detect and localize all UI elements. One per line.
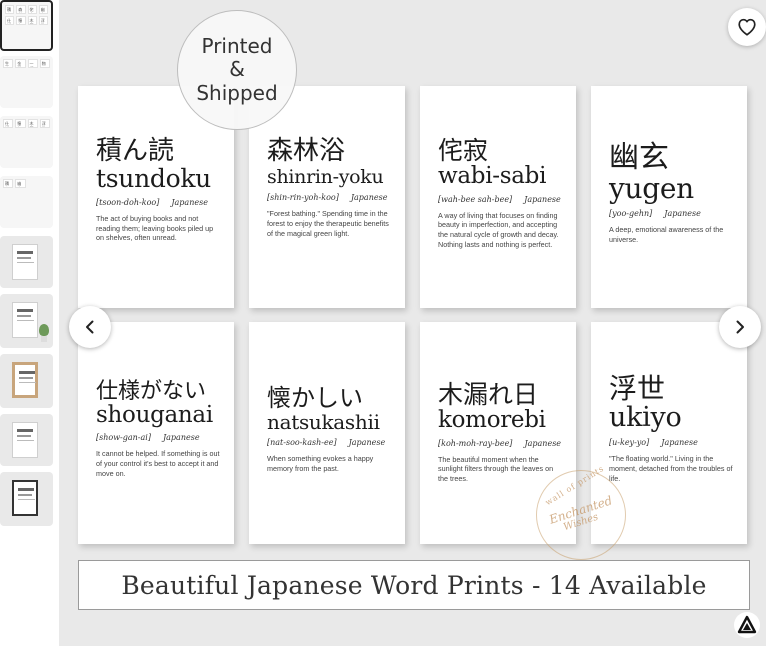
previous-image-button[interactable]: [69, 306, 111, 348]
thumbnail-7[interactable]: [0, 354, 53, 408]
romaji-word: yugen: [609, 171, 694, 205]
print-card-shinrin-yoku: 森林浴 shinrin-yoku [shin-rin-yoh-koo] Japan…: [249, 86, 405, 308]
kanji-word: 仕様がない: [96, 379, 207, 404]
definition: When something evokes a happy memory fro…: [267, 454, 374, 473]
romaji-word: ukiyo: [609, 402, 682, 434]
mini-print: 幽玄: [15, 179, 26, 188]
mini-print: 懐かし: [15, 119, 26, 128]
thumbnail-1[interactable]: 積ん読 森林浴 侘寂 幽玄 仕様 懐かし 木漏れ 浮世: [0, 0, 53, 51]
thumbnail-5[interactable]: [0, 236, 53, 288]
listing-gallery: 積ん読 森林浴 侘寂 幽玄 仕様 懐かし 木漏れ 浮世 生き甲斐 金継ぎ 一期 …: [0, 0, 766, 646]
plant-image: [39, 324, 49, 342]
mini-print: 金継ぎ: [15, 59, 26, 68]
definition: A way of living that focuses on finding …: [438, 210, 559, 249]
pronunciation: [yoo-gehn] Japanese: [609, 209, 701, 219]
kanji-word: 侘寂: [438, 136, 489, 165]
thumbnail-6[interactable]: [0, 294, 53, 348]
mini-print: 仕様: [5, 16, 15, 25]
thumbnail-9[interactable]: [0, 472, 53, 526]
thumbnail-strip: 積ん読 森林浴 侘寂 幽玄 仕様 懐かし 木漏れ 浮世 生き甲斐 金継ぎ 一期 …: [0, 0, 56, 646]
kanji-word: 木漏れ日: [438, 380, 539, 409]
mini-print: 懐かし: [16, 16, 26, 25]
kanji-word: 浮世: [609, 372, 666, 405]
mini-print: 一期: [27, 59, 38, 68]
mini-print: 浮世: [39, 119, 50, 128]
mini-print: 侘寂: [27, 5, 37, 14]
kanji-word: 積ん読: [96, 136, 175, 166]
romaji-word: natsukashii: [267, 410, 380, 435]
main-listing-image: 積ん読 tsundoku [tsoon-doh-koo] Japanese The…: [59, 0, 766, 646]
chevron-right-icon: [736, 320, 744, 334]
print-card-shouganai: 仕様がない shouganai [show-gan-ai] Japanese It…: [78, 322, 234, 544]
romaji-word: shinrin-yoku: [267, 166, 384, 189]
next-image-button[interactable]: [719, 306, 761, 348]
mini-print: 木漏れ: [27, 16, 37, 25]
pronunciation: [show-gan-ai] Japanese: [96, 433, 200, 443]
framed-print-image: [12, 422, 38, 458]
thumbnail-mini-grid: 積ん読 森林浴 侘寂 幽玄 仕様 懐かし 木漏れ 浮世: [2, 2, 51, 28]
framed-print-image: [12, 244, 38, 280]
framed-print-image: [12, 362, 38, 398]
definition: "The floating world." Living in the mome…: [609, 454, 733, 483]
chevron-left-icon: [86, 320, 94, 334]
printed-shipped-badge: Printed & Shipped: [177, 10, 297, 130]
pronunciation: [wah-bee sah-bee] Japanese: [438, 194, 561, 204]
pronunciation: [koh-moh-ray-bee] Japanese: [438, 438, 562, 448]
pronunciation: [nat-soo-kash-ee] Japanese: [267, 438, 386, 448]
pronunciation: [u-key-yo] Japanese: [609, 438, 698, 448]
romaji-word: komorebi: [438, 407, 546, 434]
kanji-word: 幽玄: [609, 140, 669, 175]
shop-watermark: wall of prints Enchanted Wishes: [536, 464, 626, 560]
brand-logo-icon: [737, 615, 757, 634]
mini-print: 幽玄: [38, 5, 48, 14]
mini-print: 積ん読: [3, 179, 14, 188]
thumbnail-2[interactable]: 生き甲斐 金継ぎ 一期 物の哀れ: [0, 56, 53, 108]
favorite-button[interactable]: [728, 8, 766, 46]
brand-logo-button[interactable]: [734, 612, 760, 638]
mini-print: 生き甲斐: [3, 59, 14, 68]
kanji-word: 森林浴: [267, 136, 346, 166]
print-card-natsukashii: 懐かしい natsukashii [nat-soo-kash-ee] Japane…: [249, 322, 405, 544]
definition: A deep, emotional awareness of the unive…: [609, 225, 724, 245]
kanji-word: 懐かしい: [267, 384, 363, 412]
badge-line: &: [229, 57, 245, 82]
romaji-word: tsundoku: [96, 164, 211, 194]
thumbnail-mini-grid: 積ん読 幽玄: [0, 176, 53, 191]
badge-line: Printed: [201, 33, 273, 58]
mini-print: 浮世: [38, 16, 48, 25]
mini-print: 木漏れ: [27, 119, 38, 128]
framed-print-image: [12, 480, 38, 516]
thumbnail-8[interactable]: [0, 414, 53, 466]
print-card-wabi-sabi: 侘寂 wabi-sabi [wah-bee sah-bee] Japanese A…: [420, 86, 576, 308]
definition: The act of buying books and not reading …: [96, 213, 214, 243]
pronunciation: [shin-rin-yoh-koo] Japanese: [267, 193, 388, 203]
thumbnail-3[interactable]: 仕様 懐かし 木漏れ 浮世: [0, 116, 53, 168]
definition: "Forest bathing." Spending time in the f…: [267, 209, 389, 238]
mini-print: 積ん読: [5, 5, 15, 14]
mini-print: 物の哀れ: [39, 59, 50, 68]
mini-print: 森林浴: [16, 5, 26, 14]
listing-banner: Beautiful Japanese Word Prints - 14 Avai…: [78, 560, 750, 610]
thumbnail-mini-grid: 生き甲斐 金継ぎ 一期 物の哀れ: [0, 56, 53, 71]
definition: The beautiful moment when the sunlight f…: [438, 454, 554, 483]
framed-print-image: [12, 302, 38, 338]
print-card-yugen: 幽玄 yugen [yoo-gehn] Japanese A deep, emot…: [591, 86, 747, 308]
romaji-word: wabi-sabi: [438, 163, 547, 190]
thumbnail-mini-grid: 仕様 懐かし 木漏れ 浮世: [0, 116, 53, 131]
definition: It cannot be helped. If something is out…: [96, 449, 220, 478]
mini-print: 仕様: [3, 119, 14, 128]
thumbnail-4[interactable]: 積ん読 幽玄: [0, 176, 53, 228]
heart-icon: [738, 18, 756, 36]
romaji-word: shouganai: [96, 402, 213, 429]
pronunciation: [tsoon-doh-koo] Japanese: [96, 197, 208, 207]
badge-line: Shipped: [196, 80, 278, 105]
